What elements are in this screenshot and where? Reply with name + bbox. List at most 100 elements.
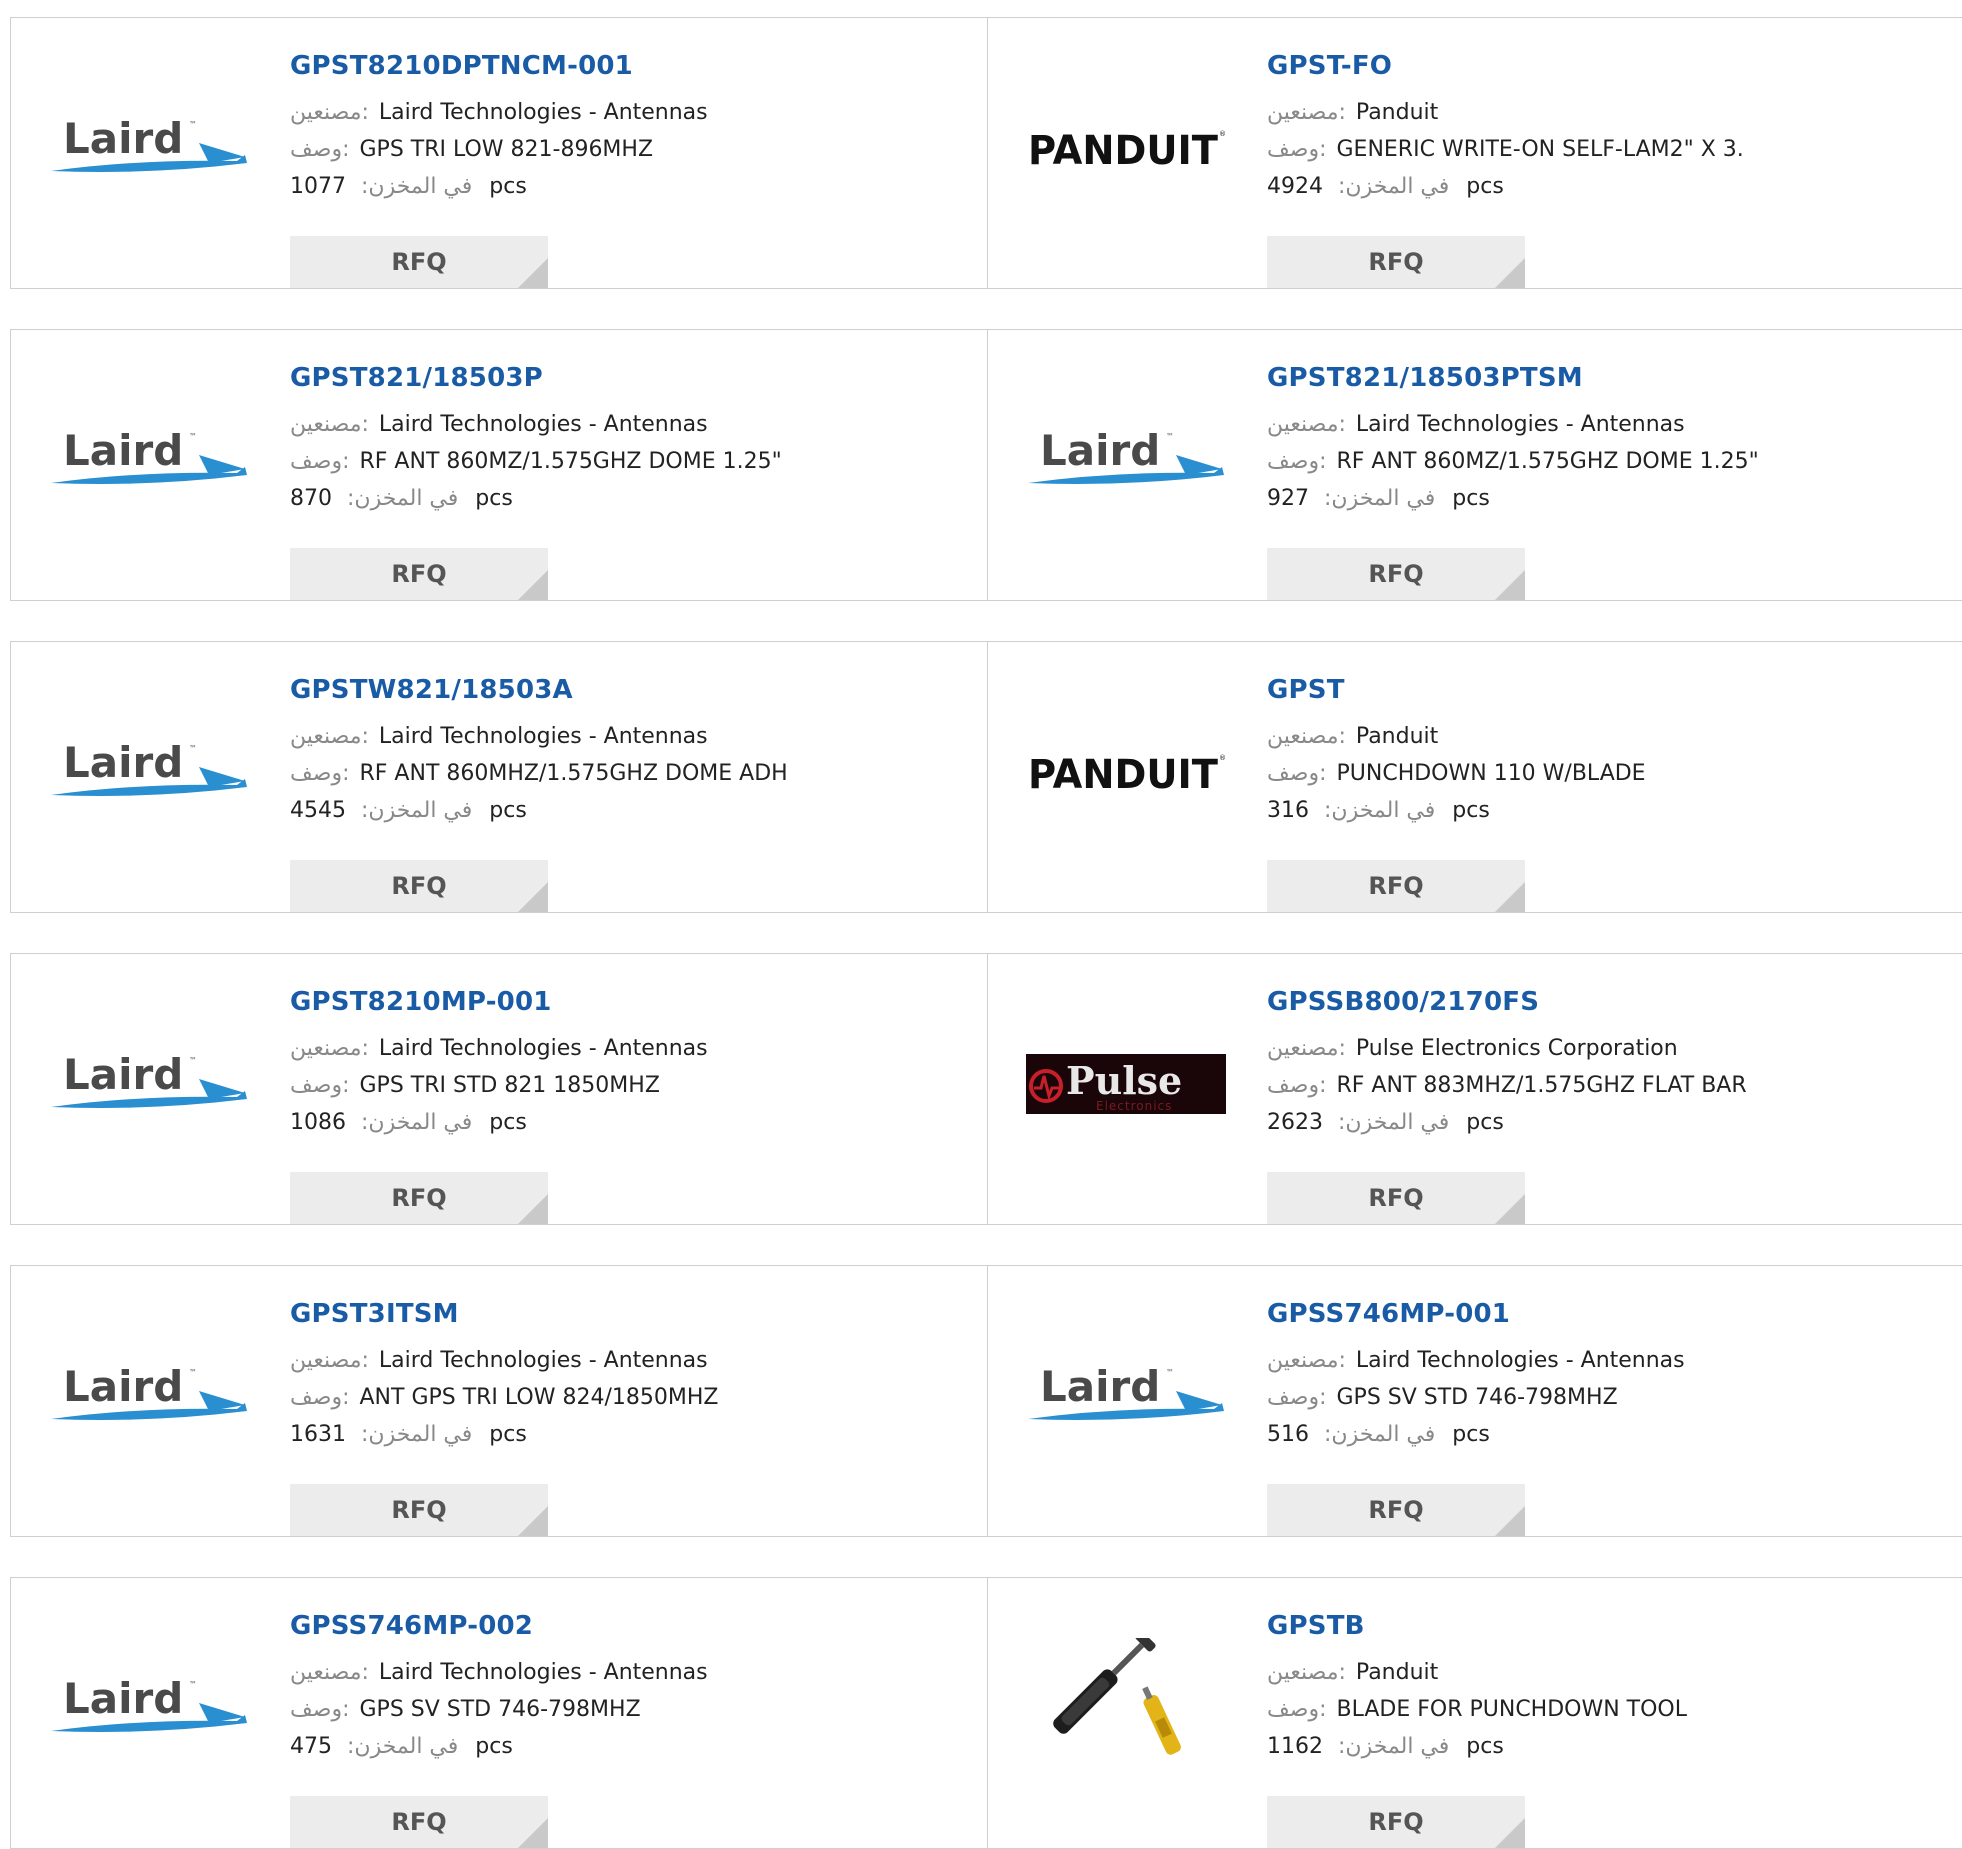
part-number-link[interactable]: GPST-FO <box>1267 48 1927 84</box>
manufacturer-value: Pulse Electronics Corporation <box>1355 1036 1678 1061</box>
svg-text:PANDUIT: PANDUIT <box>1028 128 1219 174</box>
product-row: Laird ™ GPST3ITSM :مصنعين Laird Technolog… <box>10 1265 1962 1537</box>
rfq-button[interactable]: RFQ <box>290 548 548 600</box>
corner-triangle-icon <box>1495 882 1525 912</box>
stock-quantity: 316 <box>1267 798 1309 823</box>
rfq-button[interactable]: RFQ <box>1267 236 1525 288</box>
manufacturer-label: :مصنعين <box>290 724 369 749</box>
product-card: Laird ™ GPST8210MP-001 :مصنعين Laird Tech… <box>11 954 988 1224</box>
product-info: GPST-FO :مصنعين Panduit :وصف GENERIC WRITE… <box>1267 48 1927 288</box>
stock-quantity: 1086 <box>290 1110 346 1135</box>
part-number-link[interactable]: GPST821/18503P <box>290 360 950 396</box>
description-value: GPS SV STD 746-798MHZ <box>359 1697 641 1722</box>
corner-triangle-icon <box>518 1506 548 1536</box>
pulse-logo-subtext: Electronics <box>1096 1099 1172 1113</box>
manufacturer-logo: Pulse Electronics <box>1026 1039 1226 1129</box>
rfq-button[interactable]: RFQ <box>290 1484 548 1536</box>
svg-text:®: ® <box>1219 754 1226 762</box>
part-number-link[interactable]: GPSS746MP-001 <box>1267 1296 1927 1332</box>
product-info: GPST3ITSM :مصنعين Laird Technologies - An… <box>290 1296 950 1536</box>
description-label: :وصف <box>290 1697 350 1722</box>
laird-logo-icon: Laird ™ <box>51 114 247 172</box>
description-line: :وصف GPS SV STD 746-798MHZ <box>290 1691 950 1728</box>
product-info: GPSTW821/18503A :مصنعين Laird Technologie… <box>290 672 950 912</box>
manufacturer-line: :مصنعين Panduit <box>1267 1654 1927 1691</box>
laird-logo-icon: Laird ™ <box>51 1674 247 1732</box>
manufacturer-label: :مصنعين <box>1267 724 1346 749</box>
stock-line: 516 في المخزن: pcs <box>1267 1416 1927 1453</box>
product-info: GPST821/18503P :مصنعين Laird Technologies… <box>290 360 950 600</box>
stock-label: في المخزن: <box>347 486 459 511</box>
manufacturer-logo <box>1026 1638 1226 1755</box>
manufacturer-label: :مصنعين <box>290 1660 369 1685</box>
manufacturer-label: :مصنعين <box>1267 1348 1346 1373</box>
stock-label: في المخزن: <box>1338 1110 1450 1135</box>
product-card: Laird ™ GPST3ITSM :مصنعين Laird Technolog… <box>11 1266 988 1536</box>
rfq-button[interactable]: RFQ <box>1267 548 1525 600</box>
svg-text:™: ™ <box>189 744 197 753</box>
rfq-button[interactable]: RFQ <box>1267 1484 1525 1536</box>
stock-unit: pcs <box>475 486 513 511</box>
part-number-link[interactable]: GPST821/18503PTSM <box>1267 360 1927 396</box>
svg-text:Laird: Laird <box>63 1674 183 1723</box>
svg-text:™: ™ <box>1166 432 1174 441</box>
rfq-button[interactable]: RFQ <box>290 860 548 912</box>
part-number-link[interactable]: GPSTB <box>1267 1608 1927 1644</box>
stock-line: 4545 في المخزن: pcs <box>290 792 950 829</box>
rfq-label: RFQ <box>391 872 447 900</box>
rfq-button[interactable]: RFQ <box>290 1172 548 1224</box>
description-label: :وصف <box>1267 761 1327 786</box>
stock-quantity: 516 <box>1267 1422 1309 1447</box>
rfq-label: RFQ <box>1368 1496 1424 1524</box>
part-number-link[interactable]: GPST3ITSM <box>290 1296 950 1332</box>
product-info: GPST8210MP-001 :مصنعين Laird Technologies… <box>290 984 950 1224</box>
stock-unit: pcs <box>1466 1734 1504 1759</box>
description-line: :وصف BLADE FOR PUNCHDOWN TOOL <box>1267 1691 1927 1728</box>
manufacturer-line: :مصنعين Panduit <box>1267 718 1927 755</box>
manufacturer-logo: Laird ™ <box>49 1663 249 1753</box>
manufacturer-value: Laird Technologies - Antennas <box>378 1036 708 1061</box>
stock-unit: pcs <box>489 798 527 823</box>
part-number-link[interactable]: GPST8210DPTNCM-001 <box>290 48 950 84</box>
manufacturer-value: Laird Technologies - Antennas <box>1355 412 1685 437</box>
svg-text:™: ™ <box>189 432 197 441</box>
part-number-link[interactable]: GPST8210MP-001 <box>290 984 950 1020</box>
stock-quantity: 927 <box>1267 486 1309 511</box>
manufacturer-label: :مصنعين <box>1267 1660 1346 1685</box>
manufacturer-logo: Laird ™ <box>49 1039 249 1129</box>
description-value: GPS TRI STD 821 1850MHZ <box>359 1073 660 1098</box>
svg-text:™: ™ <box>189 1056 197 1065</box>
part-number-link[interactable]: GPST <box>1267 672 1927 708</box>
corner-triangle-icon <box>518 1818 548 1848</box>
manufacturer-label: :مصنعين <box>290 100 369 125</box>
description-label: :وصف <box>1267 1073 1327 1098</box>
svg-text:Laird: Laird <box>63 426 183 475</box>
rfq-button[interactable]: RFQ <box>1267 1796 1525 1848</box>
manufacturer-value: Panduit <box>1355 1660 1439 1685</box>
product-info: GPST :مصنعين Panduit :وصف PUNCHDOWN 110 W/… <box>1267 672 1927 912</box>
rfq-label: RFQ <box>1368 1184 1424 1212</box>
rfq-button[interactable]: RFQ <box>1267 860 1525 912</box>
stock-line: 4924 في المخزن: pcs <box>1267 168 1927 205</box>
rfq-label: RFQ <box>1368 872 1424 900</box>
stock-label: في المخزن: <box>1338 174 1450 199</box>
rfq-button[interactable]: RFQ <box>290 236 548 288</box>
rfq-button[interactable]: RFQ <box>1267 1172 1525 1224</box>
manufacturer-line: :مصنعين Laird Technologies - Antennas <box>1267 1342 1927 1379</box>
part-number-link[interactable]: GPSSB800/2170FS <box>1267 984 1927 1020</box>
stock-unit: pcs <box>489 1110 527 1135</box>
stock-unit: pcs <box>1452 798 1490 823</box>
rfq-button[interactable]: RFQ <box>290 1796 548 1848</box>
laird-logo-icon: Laird ™ <box>51 1050 247 1108</box>
part-number-link[interactable]: GPSTW821/18503A <box>290 672 950 708</box>
manufacturer-logo: Laird ™ <box>49 103 249 193</box>
stock-line: 316 في المخزن: pcs <box>1267 792 1927 829</box>
part-number-link[interactable]: GPSS746MP-002 <box>290 1608 950 1644</box>
corner-triangle-icon <box>1495 1818 1525 1848</box>
product-card: PANDUIT ® GPST-FO :مصنعين Panduit :وصف GEN… <box>988 18 1962 288</box>
stock-quantity: 4545 <box>290 798 346 823</box>
description-label: :وصف <box>290 1073 350 1098</box>
manufacturer-line: :مصنعين Laird Technologies - Antennas <box>290 1342 950 1379</box>
product-row: Laird ™ GPST8210MP-001 :مصنعين Laird Tech… <box>10 953 1962 1225</box>
stock-unit: pcs <box>1466 174 1504 199</box>
